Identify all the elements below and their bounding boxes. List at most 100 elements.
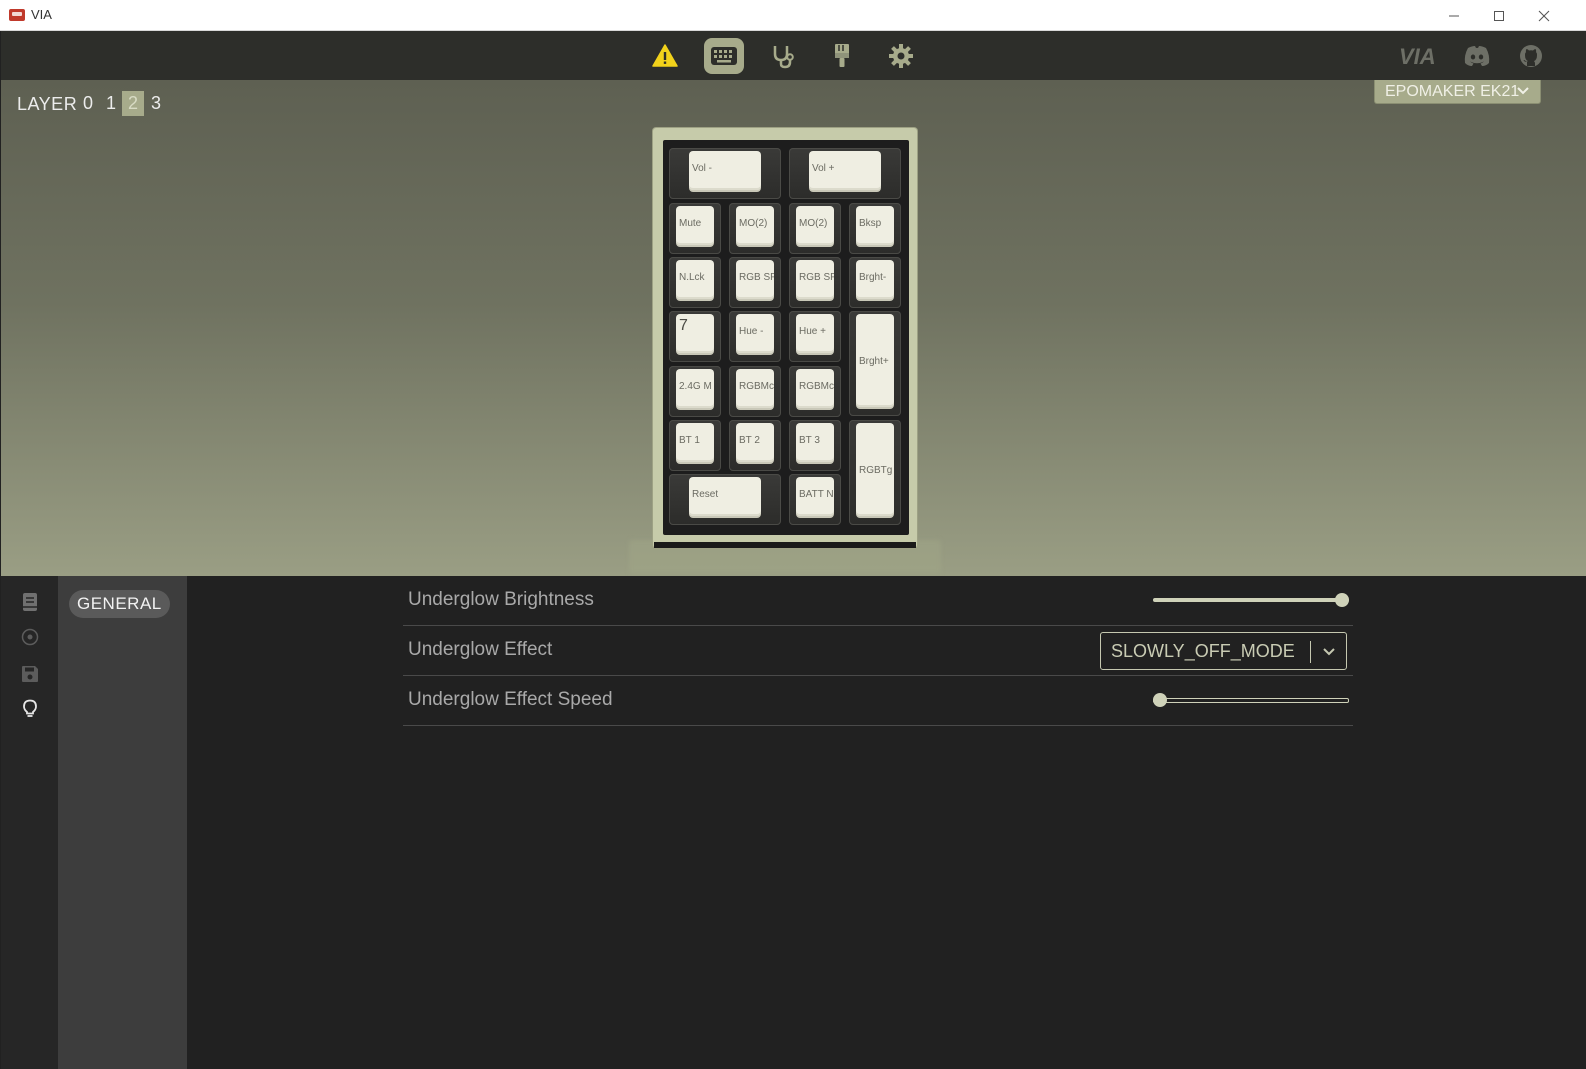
keyboard-base bbox=[654, 542, 916, 548]
key-label: Brght- bbox=[859, 272, 887, 283]
close-icon bbox=[1538, 10, 1550, 21]
close-button[interactable] bbox=[1521, 0, 1567, 31]
lightbulb-icon bbox=[23, 699, 37, 717]
warning-icon bbox=[652, 44, 678, 67]
via-logo-text: VIA bbox=[1399, 45, 1436, 67]
via-logo-link[interactable]: VIA bbox=[1399, 43, 1443, 69]
underglow-effect-select[interactable]: SLOWLY_OFF_MODE bbox=[1100, 632, 1347, 670]
key-label: RGB SF bbox=[799, 272, 834, 283]
device-name: EPOMAKER EK21 bbox=[1385, 82, 1520, 100]
key-reset[interactable]: Reset bbox=[669, 474, 781, 525]
layer-button-2[interactable]: 2 bbox=[122, 91, 144, 116]
layer-button-3[interactable]: 3 bbox=[145, 91, 167, 116]
underglow-brightness-row: Underglow Brightness bbox=[403, 576, 1353, 626]
key-mute[interactable]: Mute bbox=[669, 203, 721, 254]
minimize-icon bbox=[1449, 15, 1459, 16]
discord-icon bbox=[1464, 46, 1490, 66]
key-hue-down[interactable]: Hue - bbox=[729, 311, 781, 362]
configure-tab[interactable] bbox=[704, 38, 744, 74]
key-rgb-sf-b[interactable]: RGB SF bbox=[789, 257, 841, 308]
key-mo2-a[interactable]: MO(2) bbox=[729, 203, 781, 254]
key-label: Bksp bbox=[859, 218, 882, 229]
circle-dot-icon bbox=[21, 628, 39, 646]
key-label: Hue - bbox=[739, 326, 764, 337]
key-rgb-mode-b[interactable]: RGBMc bbox=[789, 366, 841, 417]
key-label: RGBMc bbox=[799, 381, 834, 392]
save-load-nav[interactable] bbox=[20, 664, 40, 684]
key-2-4g-mode[interactable]: 2.4G M bbox=[669, 366, 721, 417]
key-label: BT 2 bbox=[739, 435, 760, 446]
key-battery[interactable]: BATT N bbox=[789, 474, 841, 525]
submenu-item-general[interactable]: GENERAL bbox=[69, 590, 170, 618]
minimize-button[interactable] bbox=[1431, 0, 1477, 31]
gear-icon bbox=[889, 44, 913, 68]
key-label: Vol - bbox=[692, 163, 713, 174]
key-bt2[interactable]: BT 2 bbox=[729, 420, 781, 471]
discord-link[interactable] bbox=[1462, 43, 1492, 69]
underglow-brightness-label: Underglow Brightness bbox=[408, 589, 594, 610]
key-rgb-toggle[interactable]: RGBTg bbox=[849, 420, 901, 525]
key-label: RGBTg bbox=[859, 465, 893, 476]
key-label: BATT N bbox=[799, 489, 834, 500]
device-selector[interactable]: EPOMAKER EK21 bbox=[1374, 80, 1541, 104]
settings-tab[interactable] bbox=[881, 38, 921, 74]
keymap-nav[interactable] bbox=[20, 592, 40, 612]
key-label: Reset bbox=[692, 489, 719, 500]
select-separator bbox=[1310, 641, 1311, 663]
main-toolbar: VIA bbox=[1, 31, 1586, 80]
key-hue-up[interactable]: Hue + bbox=[789, 311, 841, 362]
underglow-speed-row: Underglow Effect Speed bbox=[403, 676, 1353, 726]
key-numlock[interactable]: N.Lck bbox=[669, 257, 721, 308]
chevron-down-icon bbox=[1517, 87, 1529, 95]
macros-nav[interactable] bbox=[20, 627, 40, 647]
key-label: BT 1 bbox=[679, 435, 700, 446]
underglow-effect-label: Underglow Effect bbox=[408, 639, 553, 660]
save-icon bbox=[22, 666, 38, 682]
key-label: N.Lck bbox=[679, 272, 705, 283]
underglow-brightness-slider[interactable] bbox=[1153, 598, 1349, 602]
key-label: Hue + bbox=[799, 326, 826, 337]
key-label: Mute bbox=[679, 218, 702, 229]
layer-label: LAYER bbox=[17, 94, 78, 114]
maximize-button[interactable] bbox=[1476, 0, 1522, 31]
paintbrush-icon bbox=[835, 44, 849, 67]
key-7[interactable]: 7 bbox=[669, 311, 721, 362]
design-tab[interactable] bbox=[822, 38, 862, 74]
key-brightness-down[interactable]: Brght- bbox=[849, 257, 901, 308]
key-bt3[interactable]: BT 3 bbox=[789, 420, 841, 471]
via-app-icon bbox=[9, 9, 25, 21]
slider-thumb[interactable] bbox=[1335, 593, 1349, 607]
stethoscope-icon bbox=[773, 46, 794, 69]
underglow-effect-row: Underglow Effect SLOWLY_OFF_MODE bbox=[403, 626, 1353, 676]
key-rgb-mode-a[interactable]: RGBMc bbox=[729, 366, 781, 417]
underglow-speed-slider[interactable] bbox=[1153, 698, 1349, 703]
key-vol-down[interactable]: Vol - bbox=[669, 148, 781, 199]
key-bt1[interactable]: BT 1 bbox=[669, 420, 721, 471]
window-title: VIA bbox=[31, 7, 52, 22]
github-link[interactable] bbox=[1518, 43, 1544, 69]
warning-button[interactable] bbox=[645, 38, 685, 74]
maximize-icon bbox=[1494, 10, 1504, 21]
lighting-submenu: GENERAL bbox=[58, 576, 187, 1069]
key-label: 7 bbox=[679, 317, 688, 334]
key-label: Vol + bbox=[812, 163, 835, 174]
key-rgb-sf-a[interactable]: RGB SF bbox=[729, 257, 781, 308]
slider-thumb[interactable] bbox=[1153, 693, 1167, 707]
key-vol-up[interactable]: Vol + bbox=[789, 148, 901, 199]
keyboard-stage: LAYER 0 1 2 3 EPOMAKER EK21 Vol - Vol + … bbox=[1, 80, 1586, 576]
key-backspace[interactable]: Bksp bbox=[849, 203, 901, 254]
lighting-nav[interactable] bbox=[20, 699, 40, 719]
test-tab[interactable] bbox=[763, 38, 803, 74]
keyboard-icon bbox=[711, 47, 737, 65]
side-rail bbox=[1, 576, 58, 1069]
key-label: RGB SF bbox=[739, 272, 774, 283]
key-brightness-up[interactable]: Brght+ bbox=[849, 311, 901, 416]
key-mo2-b[interactable]: MO(2) bbox=[789, 203, 841, 254]
key-label: RGBMc bbox=[739, 381, 774, 392]
key-label: MO(2) bbox=[739, 218, 768, 229]
layer-button-0[interactable]: 0 bbox=[77, 91, 99, 116]
layer-button-1[interactable]: 1 bbox=[100, 91, 122, 116]
config-panel: GENERAL Underglow Brightness Underglow E… bbox=[1, 576, 1586, 1069]
key-label: MO(2) bbox=[799, 218, 828, 229]
book-icon bbox=[23, 593, 37, 611]
